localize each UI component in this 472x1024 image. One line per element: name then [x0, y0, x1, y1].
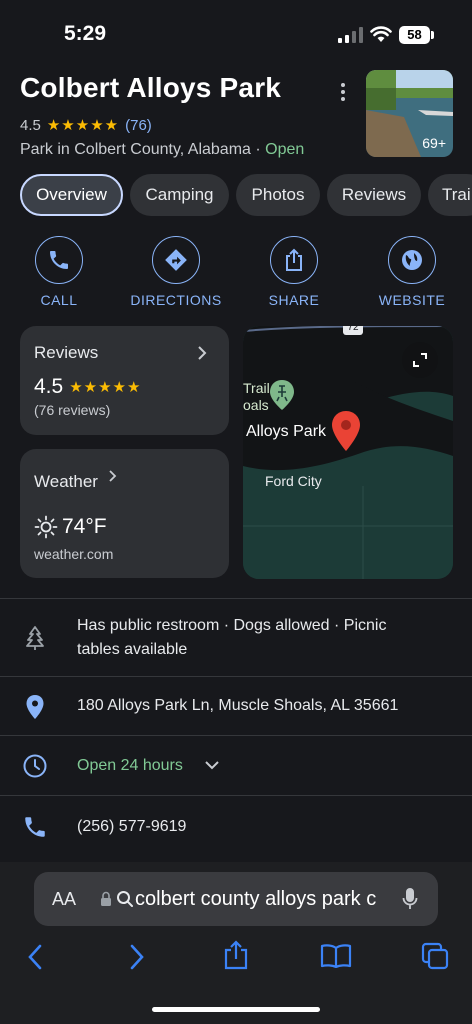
call-circle	[35, 236, 83, 284]
microphone-icon[interactable]	[402, 887, 418, 911]
website-label: WEBSITE	[378, 292, 446, 308]
expand-icon	[413, 353, 427, 367]
wifi-icon	[370, 26, 392, 42]
share-label: SHARE	[268, 292, 320, 308]
map-preview[interactable]: 72 Trail oals Alloys Park Ford City	[243, 326, 453, 579]
forward-arrow-icon[interactable]	[128, 944, 146, 970]
place-category: Park in Colbert County, Alabama · Open	[20, 141, 304, 159]
rating-value: 4.5	[20, 116, 41, 134]
amenities-line-1: Has public restroom · Dogs allowed · Pic…	[77, 617, 387, 634]
url-text[interactable]: colbert county alloys park c	[135, 888, 385, 911]
tree-icon	[26, 626, 44, 650]
map-expand-button[interactable]	[402, 342, 438, 378]
battery-indicator: 58	[399, 26, 430, 44]
address-bar[interactable]: AA colbert county alloys park c	[34, 872, 438, 926]
location-pin-icon	[332, 411, 360, 451]
more-options-icon[interactable]	[336, 80, 350, 104]
globe-icon	[402, 250, 422, 270]
weather-temp: 74°F	[62, 515, 107, 538]
place-photo-thumbnail[interactable]: 69+	[366, 70, 453, 157]
star-rating-icon: ★★★★★	[69, 379, 142, 396]
map-label-city: Ford City	[265, 473, 322, 489]
review-count-link[interactable]: (76)	[125, 117, 152, 134]
search-icon	[117, 891, 133, 907]
tabs-icon[interactable]	[421, 942, 449, 970]
photo-count: 69+	[422, 135, 446, 151]
tab-photos[interactable]: Photos	[236, 174, 320, 216]
hours-text[interactable]: Open 24 hours	[77, 754, 183, 778]
map-label-trail-cont: oals	[243, 397, 269, 413]
battery-nub	[431, 31, 434, 39]
phone-icon	[25, 817, 45, 837]
map-label-place: Alloys Park	[246, 423, 327, 440]
share-button[interactable]: SHARE	[239, 236, 349, 308]
address-text[interactable]: 180 Alloys Park Ln, Muscle Shoals, AL 35…	[77, 694, 398, 718]
reviews-card[interactable]: Reviews 4.5 ★★★★★ (76 reviews)	[20, 326, 229, 435]
chevron-down-icon[interactable]	[204, 760, 220, 770]
call-label: CALL	[40, 292, 78, 308]
open-status: Open	[265, 141, 305, 158]
map-label-trail: Trail	[243, 380, 270, 396]
category-text: Park in Colbert County, Alabama ·	[20, 141, 266, 158]
website-button[interactable]: WEBSITE	[357, 236, 467, 308]
home-indicator	[152, 1007, 320, 1012]
lock-icon	[101, 891, 111, 906]
trail-pin-icon	[270, 380, 294, 410]
directions-icon	[165, 249, 187, 271]
section-divider	[0, 598, 472, 599]
text-size-button[interactable]: AA	[52, 889, 76, 910]
row-divider	[0, 735, 472, 736]
tab-camping[interactable]: Camping	[130, 174, 229, 216]
clock-icon	[23, 754, 47, 778]
weather-card-title: Weather	[34, 472, 98, 491]
row-divider	[0, 795, 472, 796]
bookmarks-icon[interactable]	[320, 944, 352, 968]
route-shield: 72	[343, 326, 363, 335]
chevron-right-icon	[109, 470, 117, 482]
place-title: Colbert Alloys Park	[20, 72, 282, 103]
website-circle	[388, 236, 436, 284]
phone-text[interactable]: (256) 577-9619	[77, 815, 186, 839]
location-pin-icon	[26, 695, 44, 719]
back-arrow-icon[interactable]	[26, 944, 44, 970]
reviews-rating-value: 4.5	[34, 375, 64, 398]
sun-icon	[34, 515, 58, 539]
weather-card[interactable]: Weather 74°F weather.com	[20, 449, 229, 578]
weather-source: weather.com	[34, 546, 114, 562]
row-divider	[0, 676, 472, 677]
chevron-right-icon	[198, 346, 207, 360]
call-button[interactable]: CALL	[4, 236, 114, 308]
tab-overview[interactable]: Overview	[20, 174, 123, 216]
tab-trails[interactable]: Trai	[428, 174, 472, 216]
tab-reviews[interactable]: Reviews	[327, 174, 421, 216]
phone-icon	[50, 251, 68, 269]
share-circle	[270, 236, 318, 284]
share-icon[interactable]	[223, 940, 249, 970]
reviews-card-title: Reviews	[34, 343, 99, 362]
cellular-signal-icon	[338, 27, 363, 43]
directions-label: DIRECTIONS	[130, 292, 222, 308]
star-rating-icon: ★★★★★	[46, 117, 120, 134]
rating-row[interactable]: 4.5 ★★★★★ (76)	[20, 116, 152, 135]
amenities-line-2: tables available	[77, 641, 188, 658]
reviews-count-text: (76 reviews)	[34, 402, 111, 418]
share-icon	[286, 248, 302, 271]
status-time: 5:29	[64, 22, 107, 45]
directions-button[interactable]: DIRECTIONS	[121, 236, 231, 308]
reviews-rating-row: 4.5 ★★★★★	[34, 375, 141, 399]
directions-circle	[152, 236, 200, 284]
